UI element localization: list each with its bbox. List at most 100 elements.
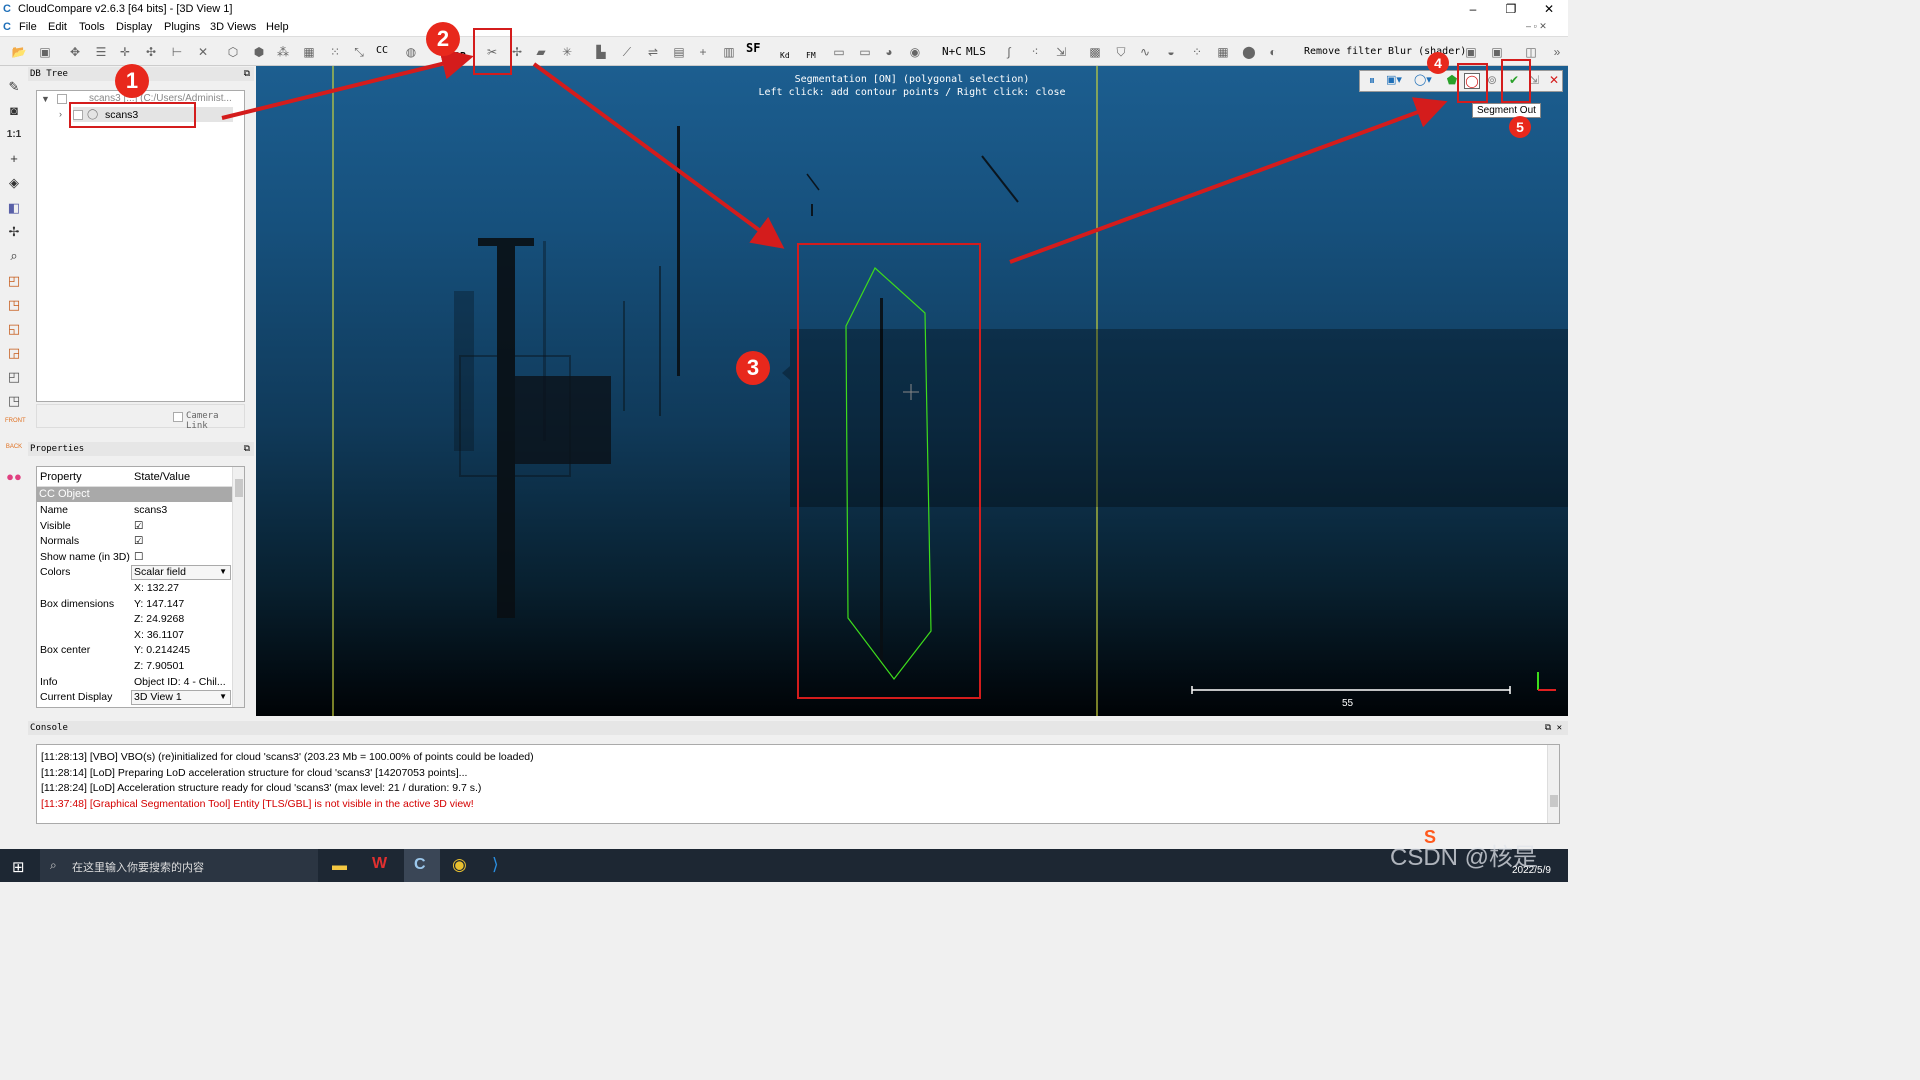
root-checkbox[interactable] [57,94,67,104]
nc-icon[interactable]: N+C [942,45,962,58]
front-iso-icon[interactable]: FRONT [5,416,26,434]
property-row[interactable]: X: 36.1107 [37,628,232,644]
sf-calc-icon[interactable]: ▥ [720,43,738,61]
rgb-icon[interactable]: ◐ [1264,43,1282,61]
property-row[interactable]: X: 132.27 [37,581,232,597]
tree-root-label[interactable]: scans3 [...] (C:/Users/Administ... [89,93,245,104]
close-button[interactable]: ✕ [1530,0,1568,19]
octree-icon[interactable]: ⬢ [250,43,268,61]
m3c2-icon[interactable]: ▦ [1214,43,1232,61]
shader-a-icon[interactable]: ▣ [1462,43,1480,61]
property-row[interactable]: Box dimensions Y: 147.147 [37,597,232,613]
cc-label-icon[interactable]: CC [376,45,388,56]
normals-icon[interactable]: ⬡ [224,43,242,61]
pick-icon[interactable]: ✳ [558,43,576,61]
segment-scissors-icon[interactable]: ✂ [483,43,501,61]
shader-b-icon[interactable]: ▣ [1488,43,1506,61]
pivot-icon[interactable]: ◈ [5,174,23,192]
zoom-1to1-icon[interactable]: 1:1 [5,126,23,144]
sample-icon[interactable]: ⁂ [274,43,292,61]
point-cloud-canvas[interactable] [256,66,1568,716]
sf-add-icon[interactable]: + [694,43,712,61]
reset-icon[interactable]: ⊚ [1484,73,1500,89]
rotation-icon[interactable]: ✢ [5,223,23,241]
camera-icon[interactable]: ◫ [1522,43,1540,61]
list-icon[interactable]: ☰ [92,43,110,61]
globe-icon[interactable]: ◉ [906,43,924,61]
mesh-icon[interactable]: ▭ [856,43,874,61]
particles-icon[interactable]: ⁘ [1188,43,1206,61]
view-right-icon[interactable]: ◰ [5,368,23,386]
histogram-icon[interactable]: ▙ [592,43,610,61]
property-row[interactable]: Show name (in 3D) ☐ [37,550,232,566]
view-left-icon[interactable]: ◱ [5,320,23,338]
color-icon[interactable]: ◍ [402,43,420,61]
fit-icon[interactable]: ⤡ [350,43,368,61]
view-top-icon[interactable]: ◰ [5,272,23,290]
console-close-icon[interactable]: ⧉ ✕ [1545,721,1562,735]
sf-max-icon[interactable]: ⇌ [644,43,662,61]
merge-icon[interactable]: ✛ [116,43,134,61]
polyline-import-icon[interactable]: ▣▾ [1386,73,1410,89]
file-explorer-icon[interactable]: ▬ [332,857,347,874]
perspective-icon[interactable]: ◧ [5,199,23,217]
transform-icon[interactable]: ✥ [66,43,84,61]
toolbar-overflow-icon[interactable]: » [1550,43,1564,61]
menu-help[interactable]: Help [266,21,289,33]
menu-edit[interactable]: Edit [48,21,67,33]
property-row[interactable]: Info Object ID: 4 - Chil... [37,675,232,691]
properties-scrollbar[interactable] [232,467,244,707]
chrome-icon[interactable]: ◉ [452,855,467,875]
minimize-button[interactable]: – [1454,0,1492,19]
mdi-controls[interactable]: – ▫ ✕ [1526,21,1547,32]
camera-link-checkbox[interactable] [173,412,183,422]
export-icon[interactable]: ⇲ [1052,43,1070,61]
filter-icon[interactable]: ▭ [830,43,848,61]
kd-icon[interactable]: Kd [780,51,790,60]
scroll-thumb[interactable] [235,479,243,497]
blob-icon[interactable]: ⬤ [1240,43,1258,61]
scatter-icon[interactable]: ⁖ [1026,43,1044,61]
sf-icon[interactable]: SF [746,41,760,55]
maximize-button[interactable]: ❐ [1492,0,1530,19]
property-row[interactable]: Normals ☑ [37,534,232,550]
console-scroll-thumb[interactable] [1550,795,1558,807]
windows-start-icon[interactable]: ⊞ [12,858,25,876]
sf-table-icon[interactable]: ▤ [670,43,688,61]
vscode-icon[interactable]: ⟩ [492,855,499,875]
noise-icon[interactable]: ⁙ [326,43,344,61]
tree-expand-icon[interactable]: ▼ [41,94,50,104]
properties-undock-icon[interactable]: ⧉ [244,442,250,456]
menu-display[interactable]: Display [116,21,152,33]
child-checkbox[interactable] [73,110,83,120]
fm-icon[interactable]: FM [806,51,816,60]
property-row[interactable]: Visible ☑ [37,519,232,535]
menu-plugins[interactable]: Plugins [164,21,200,33]
undock-icon[interactable]: ⧉ [244,67,250,81]
hpr-icon[interactable]: ◒ [1162,43,1180,61]
delete-icon[interactable]: ✕ [194,43,212,61]
mls-icon[interactable]: MLS [966,45,986,58]
grid-icon[interactable]: ▦ [300,43,318,61]
view-bottom-icon[interactable]: ◳ [5,392,23,410]
open-icon[interactable]: 📂 [10,43,28,61]
wave-icon[interactable]: ∿ [1136,43,1154,61]
zoom-icon[interactable]: ⌕ [5,247,23,265]
property-row[interactable]: ▼ Current Display 3D View 1 [37,690,232,706]
selection-mode-icon[interactable]: ◯▾ [1414,73,1438,89]
pause-icon[interactable]: ⏸ [1364,73,1380,89]
view-front-icon[interactable]: ◳ [5,296,23,314]
shield-icon[interactable]: ⛉ [1112,43,1130,61]
back-iso-icon[interactable]: BACK [5,442,23,460]
cloudcompare-taskbar-icon[interactable]: C [404,849,440,882]
property-row[interactable]: Z: 7.90501 [37,659,232,675]
view-back-icon[interactable]: ◲ [5,344,23,362]
cube-icon[interactable]: ▩ [1086,43,1104,61]
align-icon[interactable]: ✣ [142,43,160,61]
blur-shader-button[interactable]: Blur (shader) [1388,46,1466,57]
stereo-icon[interactable]: ●● [5,468,23,486]
property-row[interactable]: Z: 24.9268 [37,612,232,628]
property-row[interactable]: ▼ Colors Scalar field [37,565,232,581]
menu-file[interactable]: File [19,21,37,33]
graph-icon[interactable]: ⟋ [618,43,636,61]
